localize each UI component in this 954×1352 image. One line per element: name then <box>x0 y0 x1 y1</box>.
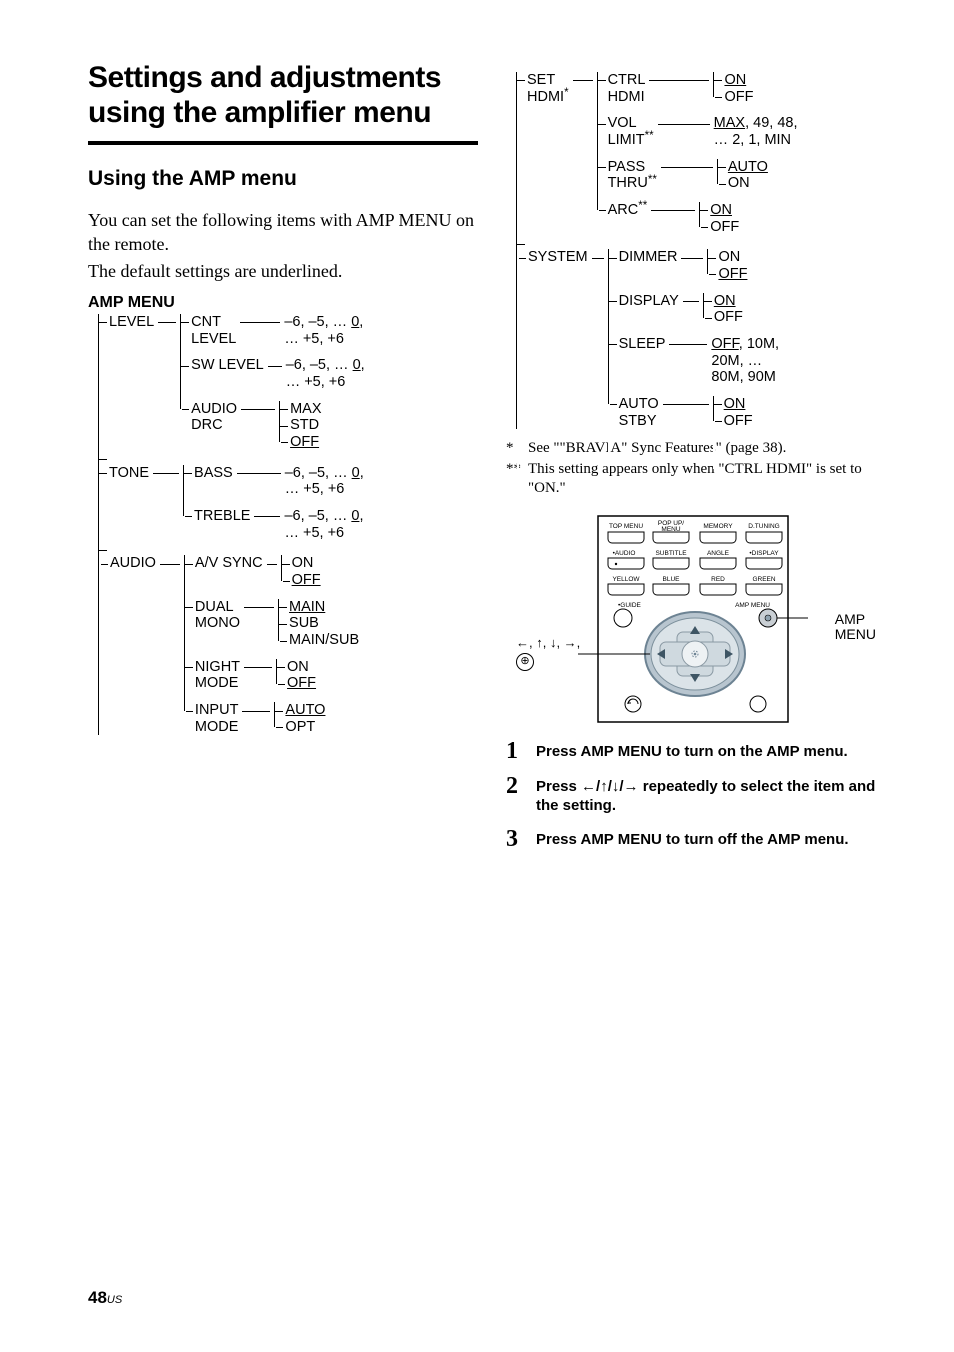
enter-icon: ⊕ <box>516 653 534 671</box>
step-2: 2 Press ←/↑/↓/→ repeatedly to select the… <box>506 777 880 816</box>
av-sync-off: OFF <box>282 572 321 589</box>
display-label: DISPLAY <box>619 293 679 310</box>
cnt-level-values: –6, –5, … 0,… +5, +6 <box>284 314 363 347</box>
audio-drc-std: STD <box>280 417 321 434</box>
menu-tree-left: LEVEL CNTLEVEL –6, –5, … 0,… +5, +6 <box>88 314 478 735</box>
svg-text:RED: RED <box>711 576 725 583</box>
svg-text:•AUDIO: •AUDIO <box>613 550 636 557</box>
night-off: OFF <box>277 675 316 692</box>
callout-amp-menu: AMPMENU <box>835 612 876 643</box>
two-column-layout: Settings and adjustments using the ampli… <box>88 60 880 865</box>
auto-stby-on: ON <box>714 396 753 413</box>
svg-text:D.TUNING: D.TUNING <box>748 523 779 530</box>
sleep-label: SLEEP <box>619 336 666 353</box>
svg-text:•GUIDE: •GUIDE <box>618 602 642 609</box>
heading-rule <box>88 141 478 145</box>
dual-mono-sub: SUB <box>279 615 359 632</box>
pass-thru-auto: AUTO <box>718 159 768 176</box>
footnote-2: ** This setting appears only when "CTRL … <box>506 460 880 498</box>
dimmer-off: OFF <box>708 266 747 283</box>
ctrl-hdmi-on: ON <box>714 72 753 89</box>
right-column: SETHDMI* CTRLHDMI ON <box>506 60 880 865</box>
dimmer-on: ON <box>708 249 747 266</box>
bass-label: BASS <box>194 465 233 482</box>
bass-values: –6, –5, … 0,… +5, +6 <box>285 465 364 498</box>
dual-mono-label: DUALMONO <box>195 599 240 632</box>
cnt-level-label: CNTLEVEL <box>191 314 236 347</box>
dimmer-label: DIMMER <box>619 249 678 266</box>
pass-thru-on: ON <box>718 175 768 192</box>
set-hdmi-label: SETHDMI* <box>527 72 569 105</box>
tree-audio: AUDIO A/V SYNC ON <box>99 555 478 735</box>
footnotes: * See ""BRAVIA" Sync Features" (page 38)… <box>506 439 880 497</box>
av-sync-label: A/V SYNC <box>195 555 263 572</box>
audio-label: AUDIO <box>110 555 156 572</box>
input-mode-label: INPUTMODE <box>195 702 239 735</box>
system-label: SYSTEM <box>528 249 588 266</box>
left-column: Settings and adjustments using the ampli… <box>88 60 478 865</box>
treble-label: TREBLE <box>194 508 250 525</box>
dual-mono-mainsub: MAIN/SUB <box>279 632 359 649</box>
level-label: LEVEL <box>109 314 154 331</box>
step-3: 3 Press AMP MENU to turn off the AMP men… <box>506 830 880 851</box>
tree-set-hdmi: SETHDMI* CTRLHDMI ON <box>517 72 880 235</box>
svg-text:BLUE: BLUE <box>663 576 681 583</box>
amp-menu-title: AMP MENU <box>88 294 478 312</box>
sw-level-values: –6, –5, … 0,… +5, +6 <box>286 357 365 390</box>
step-1: 1 Press AMP MENU to turn on the AMP menu… <box>506 742 880 763</box>
input-opt: OPT <box>275 719 325 736</box>
svg-text:YELLOW: YELLOW <box>612 576 640 583</box>
menu-tree-right: SETHDMI* CTRLHDMI ON <box>506 72 880 429</box>
callout-arrow-keys: ←, ↑, ↓, →, ⊕ <box>516 636 580 668</box>
vol-limit-label: VOLLIMIT** <box>608 115 654 148</box>
audio-drc-max: MAX <box>280 401 321 418</box>
auto-stby-label: AUTOSTBY <box>619 396 659 429</box>
subheading: Using the AMP menu <box>88 167 478 191</box>
tree-system: SYSTEM DIMMER ON <box>517 249 880 429</box>
intro-text-2: The default settings are underlined. <box>88 260 478 284</box>
input-auto: AUTO <box>275 702 325 719</box>
treble-values: –6, –5, … 0,… +5, +6 <box>284 508 363 541</box>
arc-on: ON <box>700 202 739 219</box>
remote-diagram: TOP MENU POP UP/MENU MEMORY D.TUNING <box>506 514 880 734</box>
tone-label: TONE <box>109 465 149 482</box>
pass-thru-label: PASSTHRU** <box>608 159 657 192</box>
sw-level-label: SW LEVEL <box>191 357 264 374</box>
ctrl-hdmi-label: CTRLHDMI <box>608 72 646 105</box>
dual-mono-main: MAIN <box>279 599 359 616</box>
procedure-steps: 1 Press AMP MENU to turn on the AMP menu… <box>506 742 880 851</box>
display-on: ON <box>704 293 743 310</box>
svg-text:ANGLE: ANGLE <box>707 550 730 557</box>
night-on: ON <box>277 659 316 676</box>
section-heading: Settings and adjustments using the ampli… <box>88 60 478 131</box>
sleep-values: OFF, 10M,20M, …80M, 90M <box>711 336 779 386</box>
svg-text:MEMORY: MEMORY <box>703 523 733 530</box>
page-number: 48US <box>88 1288 122 1308</box>
arc-off: OFF <box>700 219 739 236</box>
tree-tone: TONE BASS –6, –5, … 0,… +5, +6 <box>99 465 478 542</box>
display-off: OFF <box>704 309 743 326</box>
ctrl-hdmi-off: OFF <box>714 89 753 106</box>
svg-text:SUBTITLE: SUBTITLE <box>655 550 687 557</box>
svg-text:AMP MENU: AMP MENU <box>735 602 770 609</box>
tree-level: LEVEL CNTLEVEL –6, –5, … 0,… +5, +6 <box>99 314 478 451</box>
arc-label: ARC** <box>608 202 648 219</box>
av-sync-on: ON <box>282 555 321 572</box>
intro-text-1: You can set the following items with AMP… <box>88 209 478 257</box>
page: Settings and adjustments using the ampli… <box>0 0 954 1352</box>
remote-svg: TOP MENU POP UP/MENU MEMORY D.TUNING <box>578 514 808 724</box>
heading-line2: using the amplifier menu <box>88 96 431 129</box>
audio-drc-off: OFF <box>280 434 321 451</box>
svg-text:GREEN: GREEN <box>752 576 775 583</box>
night-mode-label: NIGHTMODE <box>195 659 240 692</box>
svg-text:TOP MENU: TOP MENU <box>609 523 643 530</box>
svg-text:•DISPLAY: •DISPLAY <box>749 550 779 557</box>
footnote-1: * See ""BRAVIA" Sync Features" (page 38)… <box>506 439 880 458</box>
auto-stby-off: OFF <box>714 413 753 430</box>
heading-line1: Settings and adjustments <box>88 61 441 94</box>
audio-drc-label: AUDIODRC <box>191 401 237 434</box>
vol-limit-values: MAX, 49, 48,… 2, 1, MIN <box>714 115 798 148</box>
